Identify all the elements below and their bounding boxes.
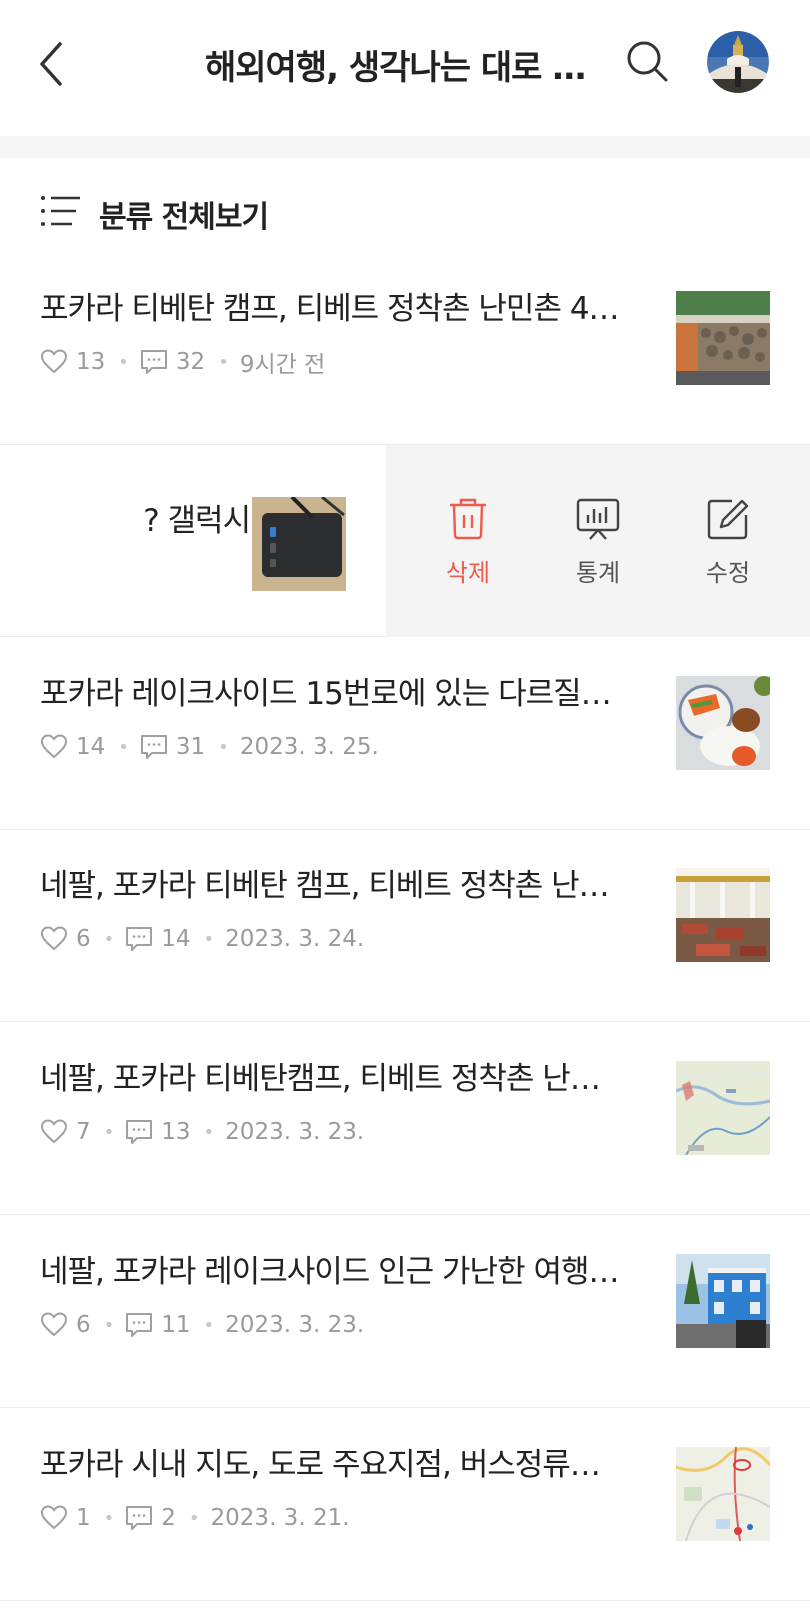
meta-separator: • bbox=[203, 1121, 215, 1143]
like-count: 6 bbox=[76, 1312, 91, 1338]
swipe-actions: 삭제 통계 수정 bbox=[386, 445, 810, 637]
post-thumbnail bbox=[676, 1061, 770, 1155]
post-meta: 13 • 32 • 9시간 전 bbox=[40, 346, 325, 378]
meta-separator: • bbox=[118, 351, 129, 373]
search-icon bbox=[627, 41, 668, 82]
post-item[interactable]: 포카라 레이크사이드 15번로에 있는 다르질… 14 • 31 • 2023.… bbox=[0, 638, 810, 830]
post-thumbnail bbox=[676, 1447, 770, 1541]
post-item[interactable]: 포카라 시내 지도, 도로 주요지점, 버스정류… 1 • 2 • 2023. … bbox=[0, 1409, 810, 1601]
section-divider bbox=[0, 136, 810, 158]
comment-icon bbox=[140, 350, 167, 374]
post-thumbnail bbox=[676, 676, 770, 770]
like-count: 1 bbox=[76, 1505, 91, 1531]
post-date: 9시간 전 bbox=[239, 352, 326, 378]
post-date: 2023. 3. 23. bbox=[225, 1312, 365, 1338]
thumbnail-image bbox=[676, 1254, 770, 1348]
edit-icon bbox=[707, 499, 749, 540]
post-thumbnail bbox=[252, 497, 346, 591]
post-item[interactable]: 네팔, 포카라 레이크사이드 인근 가난한 여행… 6 • 11 • 2023.… bbox=[0, 1216, 810, 1408]
heart-icon bbox=[40, 926, 68, 951]
post-title: 네팔, 포카라 티베탄 캠프, 티베트 정착촌 난… bbox=[40, 868, 610, 904]
post-title: 포카라 시내 지도, 도로 주요지점, 버스정류… bbox=[40, 1447, 601, 1483]
comment-count: 14 bbox=[161, 926, 191, 952]
post-date: 2023. 3. 25. bbox=[239, 734, 379, 760]
comment-count: 32 bbox=[175, 349, 206, 375]
like-count: 6 bbox=[76, 926, 91, 952]
trash-icon bbox=[450, 498, 486, 540]
comment-icon bbox=[126, 927, 153, 951]
post-meta: 6 • 14 • 2023. 3. 24. bbox=[40, 923, 364, 955]
post-item[interactable]: 네팔, 포카라 티베탄 캠프, 티베트 정착촌 난… 6 • 14 • 2023… bbox=[0, 830, 810, 1022]
meta-separator: • bbox=[218, 736, 229, 758]
post-title: 네팔, 포카라 티베탄캠프, 티베트 정착촌 난… bbox=[40, 1061, 601, 1097]
thumbnail-image bbox=[676, 1061, 770, 1155]
comment-icon bbox=[126, 1506, 153, 1530]
stats-icon bbox=[576, 498, 620, 540]
search-button[interactable] bbox=[624, 38, 672, 86]
post-item[interactable]: 포카라 티베탄 캠프, 티베트 정착촌 난민촌 4… 13 • 32 • 9시간… bbox=[0, 253, 810, 445]
comment-icon bbox=[140, 735, 167, 759]
profile-photo bbox=[707, 31, 769, 93]
post-thumbnail bbox=[676, 868, 770, 962]
comment-count: 11 bbox=[161, 1312, 191, 1338]
edit-label: 수정 bbox=[705, 559, 751, 587]
comment-icon bbox=[126, 1120, 153, 1144]
meta-separator: • bbox=[103, 1507, 115, 1529]
thumbnail-image bbox=[676, 291, 770, 385]
stats-button[interactable]: 통계 bbox=[548, 497, 648, 597]
comment-count: 31 bbox=[175, 734, 206, 760]
back-button[interactable] bbox=[30, 36, 74, 92]
meta-separator: • bbox=[103, 1121, 115, 1143]
post-title: 네팔, 포카라 레이크사이드 인근 가난한 여행… bbox=[40, 1254, 619, 1290]
heart-icon bbox=[40, 1505, 68, 1530]
thumbnail-image bbox=[252, 497, 346, 591]
post-thumbnail bbox=[676, 291, 770, 385]
category-label: 분류 전체보기 bbox=[99, 200, 269, 235]
post-date: 2023. 3. 24. bbox=[225, 926, 365, 952]
list-icon bbox=[41, 196, 80, 226]
meta-separator: • bbox=[203, 1314, 215, 1336]
stats-label: 통계 bbox=[575, 559, 621, 587]
like-count: 7 bbox=[76, 1119, 91, 1145]
chevron-left-icon bbox=[40, 42, 62, 86]
like-count: 14 bbox=[76, 734, 106, 760]
meta-separator: • bbox=[203, 928, 215, 950]
top-app-bar: 해외여행, 생각나는 대로 … bbox=[0, 0, 810, 136]
heart-icon bbox=[40, 1119, 68, 1144]
edit-button[interactable]: 수정 bbox=[678, 497, 778, 597]
like-count: 13 bbox=[76, 349, 106, 375]
post-date: 2023. 3. 23. bbox=[225, 1119, 365, 1145]
post-title: 포카라 레이크사이드 15번로에 있는 다르질… bbox=[40, 676, 612, 712]
comment-count: 2 bbox=[161, 1505, 176, 1531]
post-item-swiped[interactable]: ? 갤럭시핏 충… 삭제 통계 수정 bbox=[0, 445, 810, 637]
thumbnail-image bbox=[676, 868, 770, 962]
post-date: 2023. 3. 21. bbox=[210, 1505, 350, 1531]
post-item[interactable]: 네팔, 포카라 티베탄캠프, 티베트 정착촌 난… 7 • 13 • 2023.… bbox=[0, 1023, 810, 1215]
avatar[interactable] bbox=[707, 31, 769, 93]
post-title: 포카라 티베탄 캠프, 티베트 정착촌 난민촌 4… bbox=[40, 291, 620, 327]
post-meta: 1 • 2 • 2023. 3. 21. bbox=[40, 1502, 350, 1534]
heart-icon bbox=[40, 734, 68, 759]
meta-separator: • bbox=[103, 1314, 115, 1336]
post-meta: 14 • 31 • 2023. 3. 25. bbox=[40, 731, 379, 763]
meta-separator: • bbox=[103, 928, 115, 950]
meta-separator: • bbox=[218, 351, 229, 373]
post-thumbnail bbox=[676, 1254, 770, 1348]
page-title: 해외여행, 생각나는 대로 … bbox=[205, 48, 586, 88]
category-all-button[interactable]: 분류 전체보기 bbox=[0, 180, 810, 244]
thumbnail-image bbox=[676, 1447, 770, 1541]
delete-label: 삭제 bbox=[445, 559, 491, 587]
comment-icon bbox=[126, 1313, 153, 1337]
post-meta: 6 • 11 • 2023. 3. 23. bbox=[40, 1309, 364, 1341]
thumbnail-image bbox=[676, 676, 770, 770]
comment-count: 13 bbox=[161, 1119, 191, 1145]
meta-separator: • bbox=[118, 736, 129, 758]
heart-icon bbox=[40, 349, 68, 374]
meta-separator: • bbox=[188, 1507, 200, 1529]
post-meta: 7 • 13 • 2023. 3. 23. bbox=[40, 1116, 364, 1148]
heart-icon bbox=[40, 1312, 68, 1337]
delete-button[interactable]: 삭제 bbox=[418, 497, 518, 597]
swiped-post-content[interactable]: ? 갤럭시핏 충… bbox=[0, 445, 386, 637]
